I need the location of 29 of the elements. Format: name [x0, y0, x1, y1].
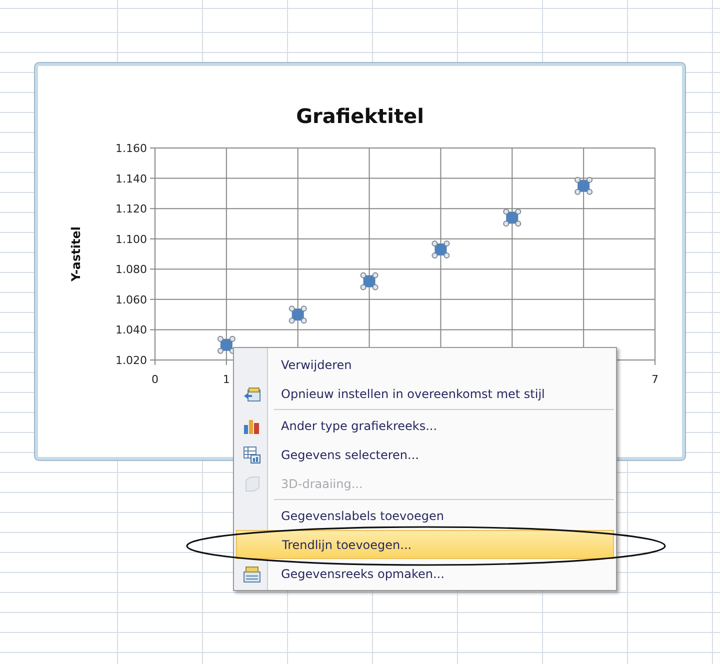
y-tick-label: 1.100 — [116, 232, 147, 246]
cube-icon — [242, 474, 260, 492]
menu-item[interactable]: Ander type grafiekreeks... — [236, 411, 614, 440]
data-point[interactable] — [574, 176, 593, 195]
y-tick-label: 1.120 — [116, 202, 147, 216]
menu-item[interactable]: Gegevensreeks opmaken... — [236, 559, 614, 588]
menu-item[interactable]: Verwijderen — [236, 350, 614, 379]
menu-item[interactable]: Gegevenslabels toevoegen — [236, 501, 614, 530]
data-point[interactable] — [503, 208, 522, 227]
x-tick-label: 1 — [222, 373, 230, 386]
reset-style-icon — [242, 384, 260, 402]
x-tick-label: 0 — [152, 373, 158, 386]
y-axis-title: Y-astitel — [69, 226, 83, 282]
y-tick-label: 1.040 — [116, 324, 147, 337]
menu-item[interactable]: Trendlijn toevoegen... — [236, 530, 614, 559]
menu-item[interactable]: Opnieuw instellen in overeenkomst met stijl — [236, 379, 614, 408]
y-tick-label: 1.060 — [116, 293, 147, 306]
data-point[interactable] — [217, 336, 236, 354]
table-icon — [242, 446, 260, 464]
x-tick-label: 7 — [652, 373, 658, 386]
format-icon — [242, 564, 260, 582]
data-point[interactable] — [288, 306, 307, 324]
y-tick-label: 1.160 — [116, 142, 147, 155]
y-tick-label: 1.140 — [116, 172, 147, 186]
data-point[interactable] — [432, 240, 450, 258]
y-tick-label: 1.080 — [116, 263, 147, 276]
chart-title: Grafiektitel — [296, 104, 424, 128]
data-point[interactable] — [360, 272, 378, 290]
y-tick-label: 1.020 — [116, 354, 147, 367]
